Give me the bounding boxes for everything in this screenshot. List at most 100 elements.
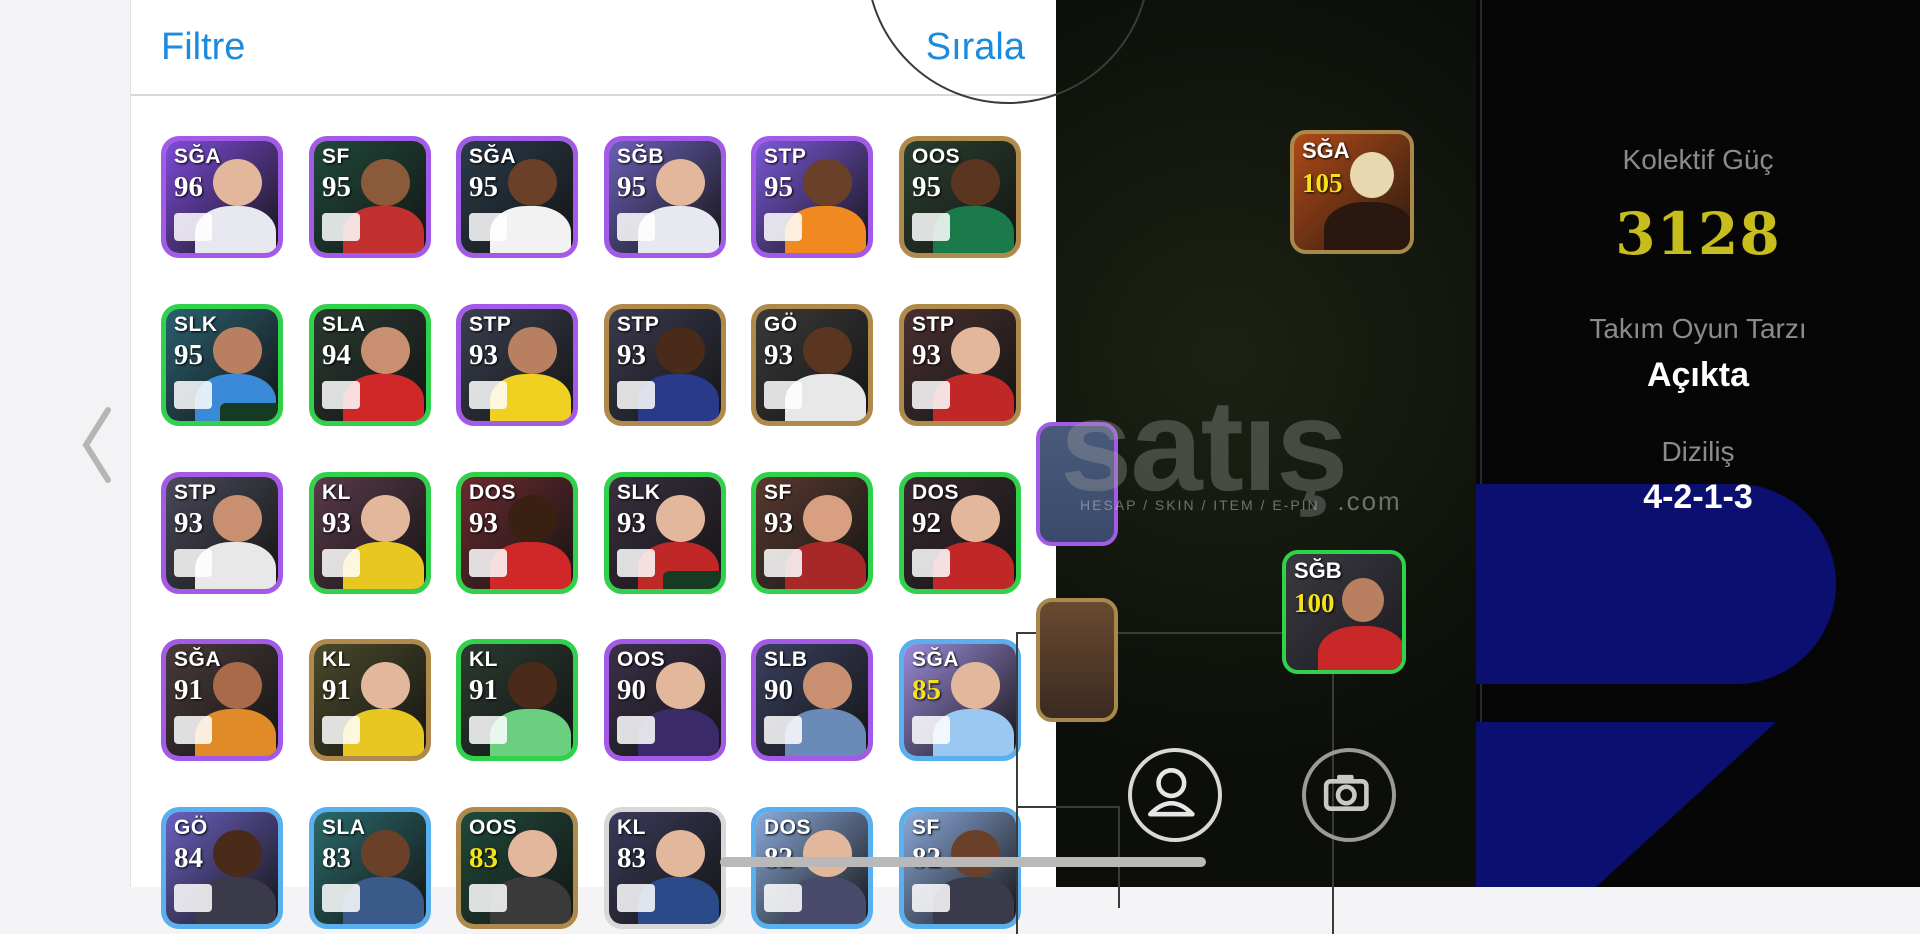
player-card[interactable]: SĞA 96: [161, 136, 283, 258]
player-card[interactable]: SLA 83: [309, 807, 431, 929]
player-card[interactable]: DOS82: [751, 807, 873, 929]
card-rating: 95: [764, 171, 793, 203]
player-card[interactable]: OOS 83: [456, 807, 578, 929]
player-card[interactable]: GÖ 93: [751, 304, 873, 426]
profile-icon: [1148, 768, 1195, 817]
collective-power-value: 3128: [1615, 200, 1781, 268]
card-rating: 95: [469, 171, 498, 203]
player-head: [803, 661, 853, 709]
player-card[interactable]: STP 93: [604, 304, 726, 426]
card-rating: 91: [322, 674, 351, 706]
club-badge-icon: [617, 884, 655, 912]
player-card[interactable]: STP 93: [161, 472, 283, 594]
club-badge-icon: [322, 716, 360, 744]
player-card[interactable]: STP 95: [751, 136, 873, 258]
player-card[interactable]: STP 93: [456, 304, 578, 426]
card-rating: 84: [174, 842, 203, 874]
card-position: DOS: [764, 816, 812, 839]
player-card[interactable]: SLK 95: [161, 304, 283, 426]
player-head: [803, 326, 853, 374]
club-badge-icon: [912, 884, 950, 912]
profile-button[interactable]: [1128, 748, 1222, 842]
formation-value: 4-2-1-3: [1643, 478, 1753, 516]
player-card[interactable]: SF 95: [309, 136, 431, 258]
player-head: [951, 829, 1001, 877]
formation-label: Diziliş: [1661, 436, 1735, 467]
card-rating: 95: [174, 339, 203, 371]
card-rating: 91: [469, 674, 498, 706]
player-card[interactable]: SF 93: [751, 472, 873, 594]
club-badge-icon: [469, 213, 507, 241]
player-head: [361, 829, 411, 877]
player-card[interactable]: SĞB 95: [604, 136, 726, 258]
player-card[interactable]: SĞA 85: [899, 639, 1021, 761]
watermark-sub: HESAP / SKIN / ITEM / E-PIN: [1080, 497, 1320, 513]
player-card[interactable]: KL 93: [309, 472, 431, 594]
club-badge-icon: [912, 716, 950, 744]
player-head: [508, 661, 558, 709]
player-head: [361, 326, 411, 374]
card-position: STP: [912, 313, 955, 336]
player-card[interactable]: KL 91: [456, 639, 578, 761]
card-rating: 93: [174, 507, 203, 539]
play-style-value: Açıkta: [1646, 356, 1750, 394]
card-position: SĞB: [1294, 558, 1342, 583]
player-card[interactable]: SLB 90: [751, 639, 873, 761]
decorative-blue-shape: [1476, 722, 1776, 887]
player-head: [361, 158, 411, 206]
player-card[interactable]: KL 91: [309, 639, 431, 761]
player-head: [508, 326, 558, 374]
chevron-left-icon[interactable]: [78, 400, 118, 490]
player-head: [213, 829, 263, 877]
card-skill-bar: [663, 571, 721, 589]
player-card[interactable]: OOS 95: [899, 136, 1021, 258]
player-card[interactable]: STP 93: [899, 304, 1021, 426]
club-badge-icon: [469, 884, 507, 912]
card-position: STP: [617, 313, 660, 336]
player-card[interactable]: SĞA 95: [456, 136, 578, 258]
squad-card[interactable]: SĞB 100: [1282, 550, 1406, 674]
player-head: [213, 326, 263, 374]
player-head: [361, 494, 411, 542]
player-card[interactable]: SLA 94: [309, 304, 431, 426]
squad-card[interactable]: SĞA 105: [1290, 130, 1414, 254]
card-position: STP: [469, 313, 512, 336]
player-selection-panel: Filtre Sırala SĞA 96 SF 95 SĞA 95 SĞB 95 STP 95 OO…: [130, 0, 1057, 929]
player-card[interactable]: GÖ 84: [161, 807, 283, 929]
card-position: SLK: [617, 481, 661, 504]
player-card[interactable]: OOS 90: [604, 639, 726, 761]
card-rating: 93: [617, 339, 646, 371]
player-card[interactable]: SF82: [899, 807, 1021, 929]
card-position: SĞA: [469, 145, 517, 168]
club-badge-icon: [617, 549, 655, 577]
filter-button[interactable]: Filtre: [161, 26, 245, 69]
club-badge-icon: [469, 549, 507, 577]
card-rating: 93: [617, 507, 646, 539]
club-badge-icon: [174, 213, 212, 241]
club-badge-icon: [764, 716, 802, 744]
card-rating: 93: [764, 339, 793, 371]
card-position: DOS: [469, 481, 517, 504]
hidden-squad-card[interactable]: [1036, 598, 1118, 722]
play-style-label: Takım Oyun Tarzı: [1589, 313, 1807, 344]
player-card[interactable]: DOS 93: [456, 472, 578, 594]
card-rating: 85: [912, 674, 941, 706]
player-card[interactable]: SĞA 91: [161, 639, 283, 761]
club-badge-icon: [764, 884, 802, 912]
card-position: SĞA: [174, 648, 222, 671]
player-card[interactable]: SLK 93: [604, 472, 726, 594]
player-card[interactable]: KL 83: [604, 807, 726, 929]
card-position: SĞB: [617, 145, 665, 168]
club-badge-icon: [469, 381, 507, 409]
club-badge-icon: [174, 381, 212, 409]
player-card[interactable]: DOS 92: [899, 472, 1021, 594]
card-rating: 93: [912, 339, 941, 371]
player-head: [213, 494, 263, 542]
player-head: [361, 661, 411, 709]
watermark-suffix: .com: [1337, 486, 1402, 516]
camera-button[interactable]: [1302, 748, 1396, 842]
card-rating: 93: [469, 507, 498, 539]
card-position: SLA: [322, 313, 366, 336]
card-position: GÖ: [764, 313, 798, 336]
team-info-column: Kolektif Güç 3128 Takım Oyun Tarzı Açıkt…: [1476, 0, 1920, 887]
